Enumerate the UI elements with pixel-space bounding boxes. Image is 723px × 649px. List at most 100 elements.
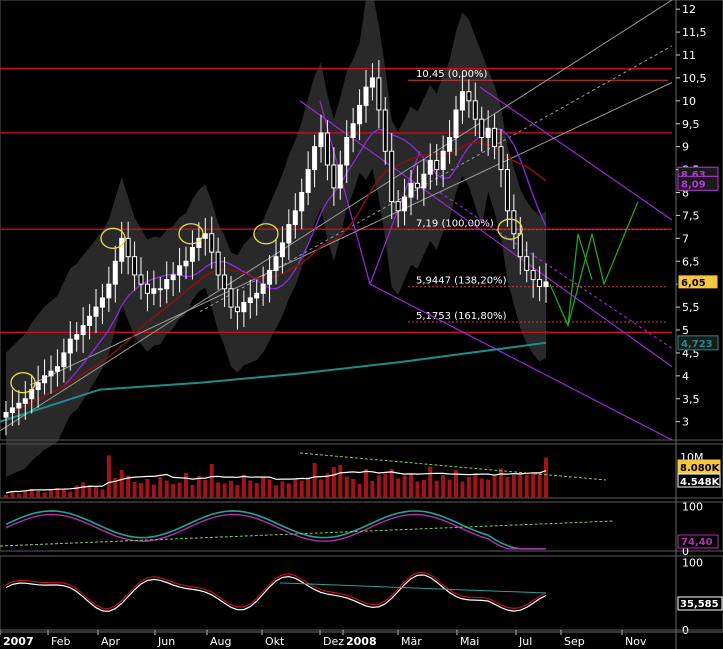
- candle-body: [453, 109, 459, 138]
- volume-bar: [299, 480, 304, 498]
- volume-bar: [344, 476, 349, 498]
- volume-bar: [171, 484, 176, 498]
- candle-body: [447, 137, 453, 152]
- candle-body: [119, 237, 125, 262]
- candle-body: [202, 233, 208, 239]
- candle-body: [511, 210, 517, 235]
- x-tick-label: Sep: [564, 635, 585, 648]
- candle-body: [543, 281, 549, 287]
- candle-body: [35, 382, 41, 391]
- volume-bar: [177, 482, 182, 498]
- volume-bar: [184, 473, 188, 498]
- fib-label-2: 5,9447 (138,20%): [416, 276, 507, 287]
- volume-bar: [158, 477, 163, 498]
- price-tick-label: 5: [682, 324, 689, 337]
- candle-body: [524, 256, 530, 271]
- candle-body: [22, 398, 28, 404]
- candle-body: [492, 127, 498, 148]
- candle-body: [427, 159, 433, 175]
- candle-body: [414, 182, 420, 189]
- volume-bar: [209, 464, 214, 498]
- volume-bar: [306, 477, 311, 498]
- candle-body: [376, 77, 382, 111]
- candle-body: [80, 324, 86, 336]
- candle-body: [99, 297, 105, 308]
- volume-bar: [68, 491, 73, 498]
- price-tick-label: 7,5: [682, 209, 700, 222]
- candle-body: [144, 283, 150, 294]
- momentum-tick-label: 100: [682, 557, 703, 570]
- volume-bar: [203, 480, 208, 498]
- volume-bar: [4, 495, 8, 498]
- volume-bar: [241, 474, 246, 498]
- price-tick-label: 4: [682, 370, 689, 383]
- volume-bar: [42, 492, 47, 498]
- oscillator-panel: [0, 501, 723, 552]
- volume-bar: [190, 485, 195, 498]
- candle-body: [125, 237, 131, 258]
- candle-body: [254, 292, 260, 299]
- oscillator-tick-label: 100: [682, 500, 703, 513]
- volume-bar: [81, 482, 86, 498]
- volume-bar: [248, 480, 253, 498]
- x-tick-label: Apr: [101, 635, 121, 648]
- candle-body: [402, 196, 408, 212]
- volume-bar: [164, 480, 169, 498]
- volume-bar: [23, 490, 28, 498]
- price-badge-label: 8,09: [681, 179, 706, 190]
- volume-bar: [100, 489, 105, 498]
- fib-label-3: 5,1753 (161,80%): [416, 311, 507, 322]
- x-tick-label: 2008: [346, 635, 377, 648]
- x-tick-label: Jun: [157, 635, 175, 648]
- volume-bar: [312, 463, 317, 498]
- price-tick-label: 7: [682, 232, 689, 245]
- candle-body: [61, 352, 67, 368]
- candle-body: [234, 306, 240, 313]
- candle-body: [466, 91, 472, 102]
- x-tick-label: Dez: [323, 635, 344, 648]
- price-tick-label: 11: [682, 49, 696, 62]
- momentum-badge-label: 35,585: [680, 599, 719, 610]
- candle-body: [183, 260, 189, 267]
- x-tick-label: Okt: [265, 635, 285, 648]
- x-axis: 2007 Feb Apr Jun Aug Okt Dez 2008 Mär Mai Jul Sep No…: [0, 630, 723, 648]
- volume-bar: [196, 476, 201, 498]
- x-tick-label: Feb: [51, 635, 70, 648]
- volume-bar: [139, 483, 143, 498]
- candle-body: [279, 242, 285, 258]
- candle-body: [537, 279, 543, 287]
- candle-body: [485, 127, 491, 138]
- price-badge-label: 6,05: [681, 278, 706, 289]
- volume-bar: [338, 465, 343, 498]
- candle-body: [209, 233, 215, 253]
- volume-bar: [544, 457, 548, 498]
- momentum-panel: [0, 555, 723, 631]
- x-tick-label: Nov: [625, 635, 647, 648]
- x-tick-label: 2007: [3, 635, 34, 648]
- volume-bar: [325, 473, 330, 498]
- candle-body: [273, 256, 279, 271]
- volume-bar: [49, 489, 53, 498]
- price-badge-label: 4,723: [681, 339, 713, 350]
- candle-body: [324, 132, 330, 166]
- chart-canvas: 10,45 (0,00%)7,19 (100,00%)5,9447 (138,2…: [0, 0, 723, 649]
- candle-body: [222, 274, 228, 290]
- candle-body: [292, 210, 298, 226]
- volume-bar: [460, 481, 465, 498]
- volume-bar: [396, 478, 401, 498]
- volume-bar: [132, 482, 137, 498]
- candle-body: [16, 402, 22, 409]
- volume-bar: [389, 469, 394, 498]
- volume-bar: [61, 490, 66, 498]
- candle-body: [151, 288, 157, 294]
- volume-bar: [222, 483, 227, 498]
- volume-bar: [447, 479, 452, 498]
- volume-bar: [293, 478, 298, 498]
- volume-bar: [119, 470, 124, 498]
- candle-body: [286, 224, 292, 244]
- volume-bar: [428, 466, 433, 498]
- volume-bar: [421, 480, 426, 498]
- volume-badge-label: 4.548K: [680, 477, 721, 488]
- volume-bar: [331, 467, 336, 498]
- volume-bar: [511, 475, 516, 498]
